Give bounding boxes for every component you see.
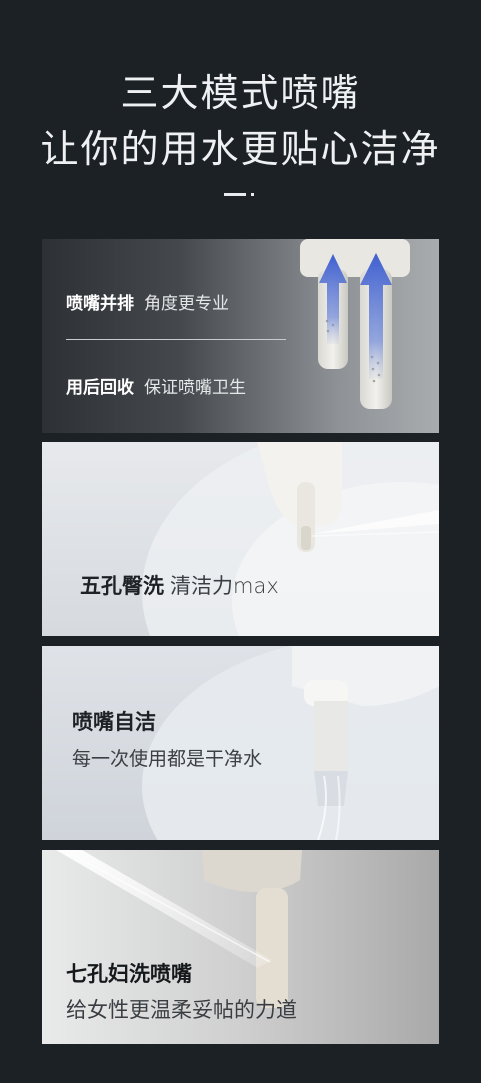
feature-keyword: 喷嘴并排 <box>66 294 134 314</box>
feature-desc: 给女性更温柔妥帖的力道 <box>66 998 297 1022</box>
feature-desc: 清洁力max <box>170 574 279 598</box>
twin-nozzle-arrows-icon <box>300 239 410 409</box>
feature-row-side-by-side: 喷嘴并排 角度更专业 <box>66 289 229 314</box>
feature-keyword: 用后回收 <box>66 378 134 398</box>
heading-line2: 让你的用水更贴心洁净 <box>40 127 441 171</box>
panel-self-clean: 喷嘴自洁 每一次使用都是干净水 <box>42 646 439 840</box>
title-dash-dot <box>251 193 254 196</box>
panel-rear-wash: 五孔臀洗 清洁力max <box>42 442 439 636</box>
feature-row-retract: 用后回收 保证喷嘴卫生 <box>66 373 246 398</box>
panel-twin-nozzle: 喷嘴并排 角度更专业 用后回收 保证喷嘴卫生 <box>42 239 439 433</box>
feature-desc: 角度更专业 <box>144 294 229 314</box>
feature-label: 五孔臀洗 清洁力max <box>80 570 279 600</box>
heading-line1: 三大模式喷嘴 <box>120 71 361 115</box>
feature-desc: 每一次使用都是干净水 <box>72 748 263 770</box>
panel-feminine-wash: 七孔妇洗喷嘴 给女性更温柔妥帖的力道 <box>42 850 439 1044</box>
feature-divider <box>66 339 286 340</box>
rear-wash-spray-icon <box>142 442 439 636</box>
feature-keyword: 五孔臀洗 <box>80 574 164 598</box>
feature-keyword: 喷嘴自洁 <box>72 710 156 734</box>
feature-keyword: 七孔妇洗喷嘴 <box>66 962 192 986</box>
nozzle-self-clean-icon <box>142 646 439 840</box>
title-dash-divider <box>224 193 246 196</box>
feature-desc: 保证喷嘴卫生 <box>144 378 246 398</box>
